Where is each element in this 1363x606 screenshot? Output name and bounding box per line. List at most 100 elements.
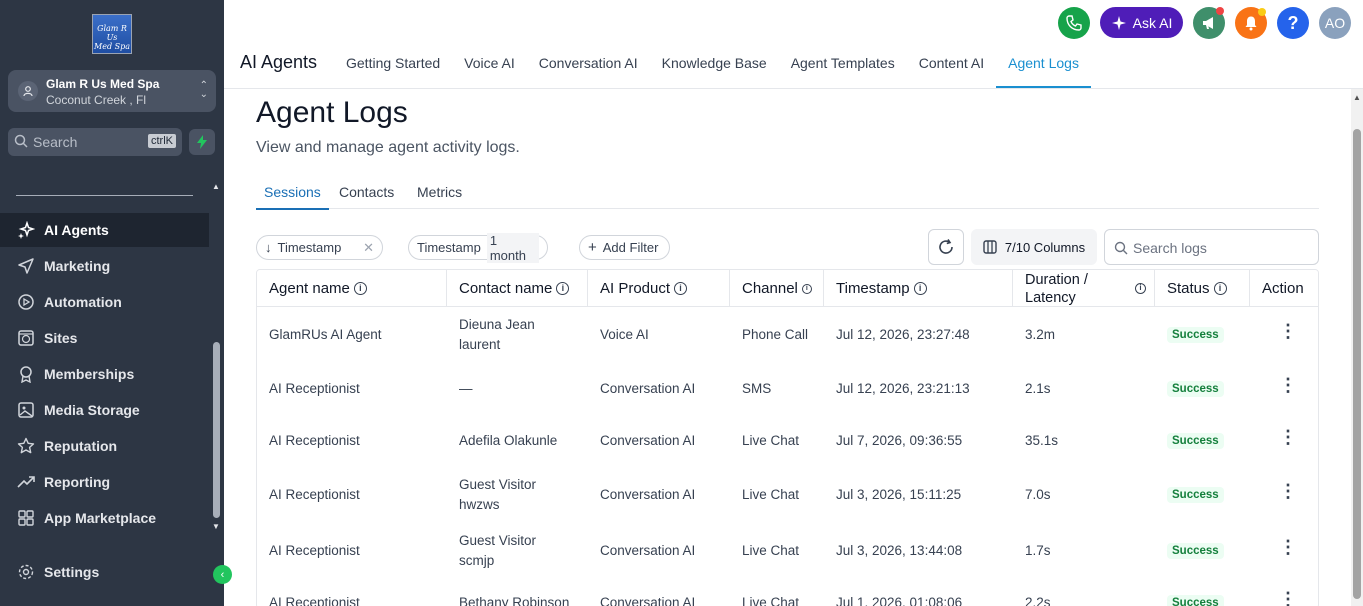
sidebar-item-app-marketplace[interactable]: App Marketplace bbox=[0, 501, 209, 535]
sparkle-icon bbox=[1111, 15, 1126, 30]
sidebar-item-label: Marketing bbox=[44, 258, 111, 274]
company-logo[interactable]: Glam R Us Med Spa bbox=[92, 14, 132, 54]
contact-name-cell[interactable]: Guest Visitor hwzws bbox=[459, 475, 536, 515]
tab-contacts[interactable]: Contacts bbox=[339, 176, 394, 208]
sidebar-item-marketing[interactable]: Marketing bbox=[0, 249, 209, 283]
column-header-contact-name[interactable]: Contact name i bbox=[447, 270, 588, 307]
column-header-agent-name[interactable]: Agent name i bbox=[257, 270, 447, 307]
sidebar-item-reputation[interactable]: Reputation bbox=[0, 429, 209, 463]
table-row[interactable]: AI Receptionist Guest Visitor hwzws Conve… bbox=[257, 467, 1318, 523]
sidebar-item-automation[interactable]: Automation bbox=[0, 285, 209, 319]
ask-ai-button[interactable]: Ask AI bbox=[1100, 7, 1183, 38]
more-options-icon[interactable]: ⋮ bbox=[1279, 322, 1297, 340]
sidebar-item-label: Memberships bbox=[44, 366, 135, 382]
tab-agent-logs[interactable]: Agent Logs bbox=[996, 46, 1091, 88]
quick-action-button[interactable] bbox=[189, 129, 215, 155]
notifications-button[interactable] bbox=[1235, 7, 1267, 39]
info-icon[interactable]: i bbox=[674, 282, 688, 295]
status-badge: Success bbox=[1167, 327, 1224, 343]
tab-voice-ai[interactable]: Voice AI bbox=[452, 46, 527, 88]
info-icon[interactable]: i bbox=[801, 283, 812, 294]
add-filter-button[interactable]: + Add Filter bbox=[579, 235, 670, 260]
chevron-left-icon: ‹ bbox=[220, 568, 225, 581]
sidebar-item-media-storage[interactable]: Media Storage bbox=[0, 393, 209, 427]
automation-icon bbox=[16, 292, 36, 312]
table-row[interactable]: AI Receptionist — Conversation AI SMS Ju… bbox=[257, 363, 1318, 415]
sidebar-item-settings[interactable]: Settings bbox=[0, 555, 209, 589]
avatar[interactable]: AO bbox=[1319, 7, 1351, 39]
sites-icon bbox=[16, 328, 36, 348]
ask-ai-label: Ask AI bbox=[1132, 14, 1173, 31]
columns-icon bbox=[983, 240, 997, 254]
send-icon bbox=[16, 256, 36, 276]
megaphone-icon bbox=[1203, 17, 1213, 29]
column-header-status[interactable]: Status i bbox=[1155, 270, 1250, 307]
sidebar-search-input[interactable]: Search ctrlK bbox=[8, 128, 182, 156]
sidebar-scrollbar[interactable]: ▲ ▼ bbox=[209, 182, 224, 534]
more-options-icon[interactable]: ⋮ bbox=[1279, 376, 1297, 394]
scroll-up-icon[interactable]: ▲ bbox=[1353, 93, 1361, 102]
tab-conversation-ai[interactable]: Conversation AI bbox=[527, 46, 650, 88]
contact-name-cell[interactable]: Bethany Robinson bbox=[459, 593, 569, 606]
sidebar-item-sites[interactable]: Sites bbox=[0, 321, 209, 355]
info-icon[interactable]: i bbox=[353, 282, 367, 295]
table-row[interactable]: GlamRUs AI Agent Dieuna Jean laurent Voic… bbox=[257, 307, 1318, 363]
chevron-updown-icon: ⌃ ⌄ bbox=[199, 80, 208, 100]
tab-knowledge-base[interactable]: Knowledge Base bbox=[650, 46, 779, 88]
table-row[interactable]: AI Receptionist Adefila Olakunle Convers… bbox=[257, 415, 1318, 467]
sort-chip[interactable]: ↓ Timestamp ✕ bbox=[256, 235, 383, 260]
close-icon[interactable]: ✕ bbox=[363, 240, 374, 256]
info-icon[interactable]: i bbox=[1213, 282, 1227, 295]
table-row[interactable]: AI Receptionist Guest Visitor scmjp Conve… bbox=[257, 523, 1318, 579]
info-icon[interactable]: i bbox=[913, 282, 927, 295]
timestamp-cell: Jul 3, 2026, 15:11:25 bbox=[836, 487, 962, 502]
agent-name-cell: GlamRUs AI Agent bbox=[269, 327, 382, 342]
tab-sessions[interactable]: Sessions bbox=[256, 176, 329, 210]
contact-name-line: Guest Visitor bbox=[459, 477, 537, 492]
announcements-button[interactable] bbox=[1193, 7, 1225, 39]
info-icon[interactable]: i bbox=[1135, 283, 1146, 294]
more-options-icon[interactable]: ⋮ bbox=[1279, 482, 1297, 500]
column-header-timestamp[interactable]: Timestamp i bbox=[824, 270, 1013, 307]
contact-name-cell[interactable]: Adefila Olakunle bbox=[459, 431, 557, 451]
collapse-sidebar-button[interactable]: ‹ bbox=[213, 565, 232, 584]
refresh-button[interactable] bbox=[928, 229, 964, 265]
more-options-icon[interactable]: ⋮ bbox=[1279, 428, 1297, 446]
tab-getting-started[interactable]: Getting Started bbox=[334, 46, 452, 88]
contact-name-cell[interactable]: Dieuna Jean laurent bbox=[459, 315, 535, 355]
sidebar-scroll-thumb[interactable] bbox=[213, 342, 220, 518]
more-options-icon[interactable]: ⋮ bbox=[1279, 590, 1297, 606]
columns-button[interactable]: 7/10 Columns bbox=[971, 229, 1097, 265]
scroll-up-icon[interactable]: ▲ bbox=[212, 182, 220, 191]
info-icon[interactable]: i bbox=[556, 282, 570, 295]
main-scrollbar[interactable]: ▲ bbox=[1351, 89, 1363, 606]
search-logs-input[interactable]: Search logs bbox=[1104, 229, 1319, 265]
more-options-icon[interactable]: ⋮ bbox=[1279, 538, 1297, 556]
contact-name-cell[interactable]: Guest Visitor scmjp bbox=[459, 531, 536, 571]
timestamp-filter-chip[interactable]: Timestamp 1 month bbox=[408, 232, 548, 263]
sidebar-item-memberships[interactable]: Memberships bbox=[0, 357, 209, 391]
column-header-channel[interactable]: Channel i bbox=[730, 270, 824, 307]
tab-content-ai[interactable]: Content AI bbox=[907, 46, 996, 88]
phone-button[interactable] bbox=[1058, 7, 1090, 39]
table-row[interactable]: AI Receptionist Bethany Robinson Convers… bbox=[257, 579, 1318, 606]
main-scroll-thumb[interactable] bbox=[1353, 129, 1361, 599]
plus-icon: + bbox=[588, 239, 597, 256]
tab-metrics[interactable]: Metrics bbox=[417, 176, 462, 208]
tab-agent-templates[interactable]: Agent Templates bbox=[779, 46, 907, 88]
sidebar-item-label: Automation bbox=[44, 294, 122, 310]
help-icon: ? bbox=[1287, 12, 1299, 33]
column-label: Contact name bbox=[459, 280, 553, 297]
sidebar-item-label: Reputation bbox=[44, 438, 118, 454]
sidebar-item-label: Reporting bbox=[44, 474, 111, 490]
duration-cell: 2.1s bbox=[1025, 381, 1051, 396]
column-header-ai-product[interactable]: AI Product i bbox=[588, 270, 730, 307]
column-header-duration[interactable]: Duration / Latency i bbox=[1013, 270, 1155, 307]
account-switcher[interactable]: Glam R Us Med Spa Coconut Creek , Fl ⌃ ⌄ bbox=[8, 70, 216, 112]
page-subtitle: View and manage agent activity logs. bbox=[256, 139, 520, 156]
agent-name-cell: AI Receptionist bbox=[269, 487, 360, 502]
help-button[interactable]: ? bbox=[1277, 7, 1309, 39]
sidebar-item-ai-agents[interactable]: AI Agents bbox=[0, 213, 209, 247]
scroll-down-icon[interactable]: ▼ bbox=[212, 522, 220, 531]
sidebar-item-reporting[interactable]: Reporting bbox=[0, 465, 209, 499]
